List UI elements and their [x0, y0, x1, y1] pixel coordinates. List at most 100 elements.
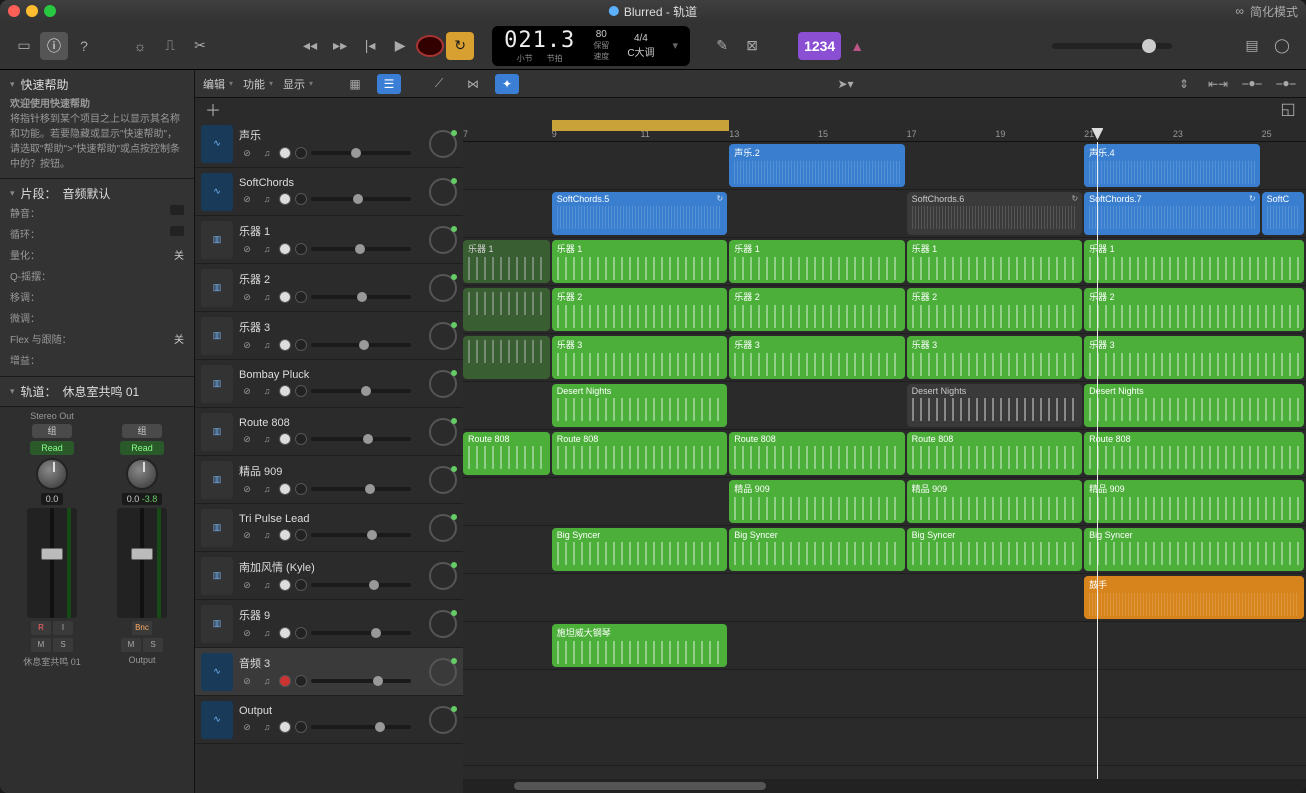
- track-name[interactable]: 精品 909: [239, 463, 423, 479]
- track-header[interactable]: ∿ 音频 3 ⊘ ♫: [195, 648, 463, 696]
- track-volume-slider[interactable]: [311, 631, 411, 635]
- automation-read[interactable]: Read: [30, 441, 74, 455]
- region[interactable]: Desert Nights: [907, 384, 1082, 427]
- cycle-range[interactable]: [552, 120, 729, 131]
- func-menu[interactable]: 功能: [243, 76, 273, 92]
- headphone-icon[interactable]: ♫: [259, 578, 275, 592]
- region[interactable]: 乐器 2: [552, 288, 727, 331]
- collapse-button[interactable]: ◱: [1278, 100, 1298, 118]
- automation-knob[interactable]: [429, 658, 457, 686]
- group-button[interactable]: 组: [122, 424, 162, 438]
- input-dot[interactable]: [295, 529, 307, 541]
- record-dot[interactable]: [279, 147, 291, 159]
- mixer-button[interactable]: ⎍: [156, 32, 184, 60]
- track-volume-slider[interactable]: [311, 343, 411, 347]
- track-volume-slider[interactable]: [311, 247, 411, 251]
- region[interactable]: 乐器 2: [729, 288, 904, 331]
- headphone-icon[interactable]: ♫: [259, 338, 275, 352]
- track-name[interactable]: 乐器 9: [239, 607, 423, 623]
- automation-knob[interactable]: [429, 178, 457, 206]
- mute-icon[interactable]: ⊘: [239, 482, 255, 496]
- region-row[interactable]: [463, 670, 1306, 718]
- track-name[interactable]: 乐器 3: [239, 319, 423, 335]
- track-volume-slider[interactable]: [311, 437, 411, 441]
- flex-menu[interactable]: 关: [174, 331, 184, 346]
- region[interactable]: Route 808: [1084, 432, 1304, 475]
- region[interactable]: 乐器 3: [552, 336, 727, 379]
- automation-knob[interactable]: [429, 418, 457, 446]
- track-header[interactable]: ∿ SoftChords ⊘ ♫: [195, 168, 463, 216]
- volume-fader[interactable]: [27, 508, 77, 618]
- region[interactable]: 乐器 1: [463, 240, 550, 283]
- vzoom-slider[interactable]: ⎯●⎯: [1240, 74, 1264, 94]
- record-dot[interactable]: [279, 721, 291, 733]
- ruler[interactable]: 791113151719212325: [463, 120, 1306, 142]
- track-name[interactable]: Bombay Pluck: [239, 369, 423, 381]
- mute-icon[interactable]: ⊘: [239, 242, 255, 256]
- region[interactable]: Route 808: [907, 432, 1082, 475]
- track-header[interactable]: ▥ Route 808 ⊘ ♫: [195, 408, 463, 456]
- track-volume-slider[interactable]: [311, 197, 411, 201]
- input-dot[interactable]: [295, 291, 307, 303]
- headphone-icon[interactable]: ♫: [259, 432, 275, 446]
- region-row[interactable]: 声乐.2声乐.4: [463, 142, 1306, 190]
- automation-knob[interactable]: [429, 226, 457, 254]
- mute-icon[interactable]: ⊘: [239, 290, 255, 304]
- quickhelp-header[interactable]: 快速帮助: [10, 76, 184, 93]
- add-track-button[interactable]: ＋: [203, 100, 223, 118]
- record-dot[interactable]: [279, 291, 291, 303]
- region-row[interactable]: 鼓手: [463, 574, 1306, 622]
- timeline[interactable]: 791113151719212325 声乐.2声乐.4SoftChords.5↻…: [463, 120, 1306, 793]
- record-dot[interactable]: [279, 675, 291, 687]
- track-name[interactable]: 乐器 1: [239, 223, 423, 239]
- cycle-button[interactable]: ↻: [446, 32, 474, 60]
- track-header[interactable]: ▥ Bombay Pluck ⊘ ♫: [195, 360, 463, 408]
- record-dot[interactable]: [279, 627, 291, 639]
- region[interactable]: 乐器 3: [1084, 336, 1304, 379]
- region[interactable]: 精品 909: [907, 480, 1082, 523]
- automation-knob[interactable]: [429, 130, 457, 158]
- lcd-sig[interactable]: 4/4: [634, 33, 648, 44]
- metronome-button[interactable]: ▲: [843, 32, 871, 60]
- track-name[interactable]: Tri Pulse Lead: [239, 513, 423, 525]
- track-header[interactable]: ▥ 精品 909 ⊘ ♫: [195, 456, 463, 504]
- region[interactable]: Desert Nights: [1084, 384, 1304, 427]
- rewind-button[interactable]: ◂◂: [296, 32, 324, 60]
- input-dot[interactable]: [295, 721, 307, 733]
- track-volume-slider[interactable]: [311, 389, 411, 393]
- mute-icon[interactable]: ⊘: [239, 578, 255, 592]
- region[interactable]: 乐器 1: [907, 240, 1082, 283]
- mute-icon[interactable]: ⊘: [239, 528, 255, 542]
- record-dot[interactable]: [279, 193, 291, 205]
- input-dot[interactable]: [295, 147, 307, 159]
- scissors-icon[interactable]: ✂: [186, 32, 214, 60]
- mute-icon[interactable]: ⊘: [239, 674, 255, 688]
- countoff-button[interactable]: ⊠: [738, 32, 766, 60]
- region[interactable]: 乐器 2: [1084, 288, 1304, 331]
- region[interactable]: Big Syncer: [552, 528, 727, 571]
- lcd-display[interactable]: 021.3 小节节拍 80保留速度 4/4C大调 ▾: [492, 26, 690, 66]
- marker-button[interactable]: 1234: [798, 32, 841, 60]
- mute-icon[interactable]: ⊘: [239, 146, 255, 160]
- region-header[interactable]: 片段：音频默认: [10, 185, 184, 202]
- region-row[interactable]: SoftChords.5↻SoftChords.6↻SoftChords.7↻S…: [463, 190, 1306, 238]
- region[interactable]: [463, 336, 550, 379]
- region[interactable]: Route 808: [552, 432, 727, 475]
- toolbox-button[interactable]: ☼: [126, 32, 154, 60]
- automation-knob[interactable]: [429, 706, 457, 734]
- headphone-icon[interactable]: ♫: [259, 290, 275, 304]
- automation-knob[interactable]: [429, 562, 457, 590]
- record-dot[interactable]: [279, 579, 291, 591]
- region[interactable]: 乐器 1: [552, 240, 727, 283]
- grid-view-icon[interactable]: ▦: [343, 74, 367, 94]
- mute-icon[interactable]: ⊘: [239, 432, 255, 446]
- track-header[interactable]: ▥ 乐器 1 ⊘ ♫: [195, 216, 463, 264]
- lcd-key[interactable]: C大调: [627, 44, 654, 59]
- playhead[interactable]: [1097, 142, 1098, 779]
- edit-menu[interactable]: 编辑: [203, 76, 233, 92]
- automation-knob[interactable]: [429, 514, 457, 542]
- track-name[interactable]: 声乐: [239, 127, 423, 143]
- track-volume-slider[interactable]: [311, 679, 411, 683]
- mute-checkbox[interactable]: [170, 205, 184, 215]
- help-button[interactable]: ?: [70, 32, 98, 60]
